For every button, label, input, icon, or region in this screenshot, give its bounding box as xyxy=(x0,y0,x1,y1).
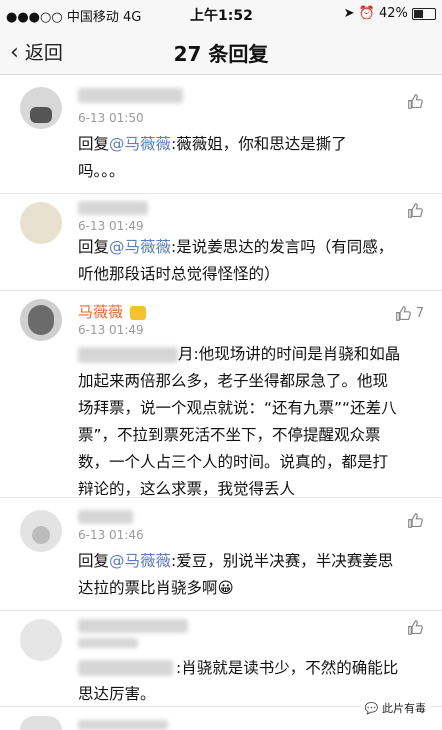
chat-bubble-icon: 💬 xyxy=(364,702,379,715)
battery-icon xyxy=(412,7,436,20)
username-blurred[interactable] xyxy=(78,201,148,215)
comment-date: 6-13 01:49 xyxy=(78,219,144,233)
username-blurred[interactable] xyxy=(78,510,133,524)
mention-link[interactable]: @马薇薇 xyxy=(109,552,171,570)
avatar[interactable] xyxy=(20,202,62,244)
thumb-up-icon xyxy=(408,620,423,635)
mention-link[interactable]: @马薇薇 xyxy=(109,135,171,153)
comment-line-4: 票”，不拉到票死活不坐下，不停提醒观众票 xyxy=(78,426,381,444)
thumb-up-icon xyxy=(408,513,423,528)
avatar[interactable] xyxy=(20,87,62,129)
thumb-up-icon xyxy=(408,94,423,109)
mention-link[interactable]: @马薇薇 xyxy=(109,238,171,256)
like-button[interactable]: 7 xyxy=(395,305,424,322)
comment-text: 回复@马薇薇:爱豆，别说半决赛，半决赛姜思 达拉的票比肖骁多啊😀 xyxy=(78,548,428,602)
vip-badge-icon xyxy=(130,305,147,320)
avatar[interactable] xyxy=(20,716,62,730)
battery-percent: 42% xyxy=(378,6,408,21)
reply-prefix: 回复 xyxy=(78,135,110,153)
comment-body: :是说姜思达的发言吗（有同感， xyxy=(171,238,394,256)
avatar[interactable] xyxy=(20,510,62,552)
username-blurred[interactable] xyxy=(78,619,188,633)
comment-item: 6-13 01:49 回复@马薇薇:是说姜思达的发言吗（有同感， 听他那段话时总… xyxy=(0,194,442,291)
comment-item: 6-13 01:46 回复@马薇薇:爱豆，别说半决赛，半决赛姜思 达拉的票比肖骁… xyxy=(0,498,442,611)
watermark: 💬 此片有毒 xyxy=(360,698,430,718)
thumb-up-icon xyxy=(408,203,423,218)
date-blurred xyxy=(78,638,138,648)
comment-item: 6-13 01:50 回复@马薇薇:薇薇姐，你和思达是撕了 吗。。。 xyxy=(0,75,442,194)
comment-body: :爱豆，别说半决赛，半决赛姜思 xyxy=(171,552,394,570)
comment-line-2: 加起来两倍那么多，老子坐得都尿急了。他现 xyxy=(78,372,389,390)
comment-line-5: 数，一个人占三个人的时间。说真的，都是打 xyxy=(78,453,389,471)
comment-line-1: :肖骁就是读书少，不然的确能比 xyxy=(176,659,399,677)
comment-line-3: 场拜票，说一个观点就说：“还有九票”“还差八 xyxy=(78,399,397,417)
nav-bar: ‹ 返回 27 条回复 xyxy=(0,28,442,75)
status-right: ➤ ⏰ 42% xyxy=(344,6,436,21)
comment-date: 6-13 01:49 xyxy=(78,323,144,337)
like-button[interactable] xyxy=(407,202,424,219)
author-line: 马薇薇 xyxy=(78,301,147,322)
comment-line-1: 月:他现场讲的时间是肖骁和如晶 xyxy=(178,345,401,363)
reply-prefix: 回复 xyxy=(78,238,110,256)
comment-body-line2: 达拉的票比肖骁多啊😀 xyxy=(78,579,234,597)
avatar[interactable] xyxy=(20,619,62,661)
comment-item: :肖骁就是读书少，不然的确能比 思达厉害。 xyxy=(0,611,442,707)
like-button[interactable] xyxy=(407,93,424,110)
comment-item: 马薇薇 6-13 01:49 7 月:他现场讲的时间是肖骁和如晶 加起来两倍那么… xyxy=(0,291,442,498)
reply-prefix: 回复 xyxy=(78,552,110,570)
like-button[interactable] xyxy=(407,619,424,636)
comment-date: 6-13 01:46 xyxy=(78,528,144,542)
quoted-user-blurred xyxy=(78,347,178,363)
comment-text: 回复@马薇薇:是说姜思达的发言吗（有同感， 听他那段话时总觉得怪怪的） xyxy=(78,234,428,288)
like-button[interactable] xyxy=(407,512,424,529)
page-title: 27 条回复 xyxy=(173,42,269,66)
author-name[interactable]: 马薇薇 xyxy=(78,303,123,321)
location-icon: ➤ xyxy=(343,6,355,21)
status-bar: ●●●○○ 中国移动 4G 上午1:52 ➤ ⏰ 42% xyxy=(0,0,442,28)
thumb-up-icon xyxy=(395,306,411,321)
like-count: 7 xyxy=(415,306,424,321)
username-blurred[interactable] xyxy=(78,720,168,730)
comment-body-line2: 吗。。。 xyxy=(78,162,125,180)
avatar[interactable] xyxy=(20,299,62,341)
alarm-icon: ⏰ xyxy=(358,6,375,21)
quoted-user-blurred xyxy=(78,660,173,676)
clock: 上午1:52 xyxy=(190,8,253,24)
comment-body-line2: 听他那段话时总觉得怪怪的） xyxy=(78,265,280,283)
comment-date: 6-13 01:50 xyxy=(78,111,144,125)
comment-body: :薇薇姐，你和思达是撕了 xyxy=(171,135,347,153)
username-blurred[interactable] xyxy=(78,88,183,103)
carrier-label: ●●●○○ 中国移动 4G xyxy=(6,10,142,25)
comment-text: 回复@马薇薇:薇薇姐，你和思达是撕了 吗。。。 xyxy=(78,131,428,185)
watermark-text: 此片有毒 xyxy=(382,702,426,715)
